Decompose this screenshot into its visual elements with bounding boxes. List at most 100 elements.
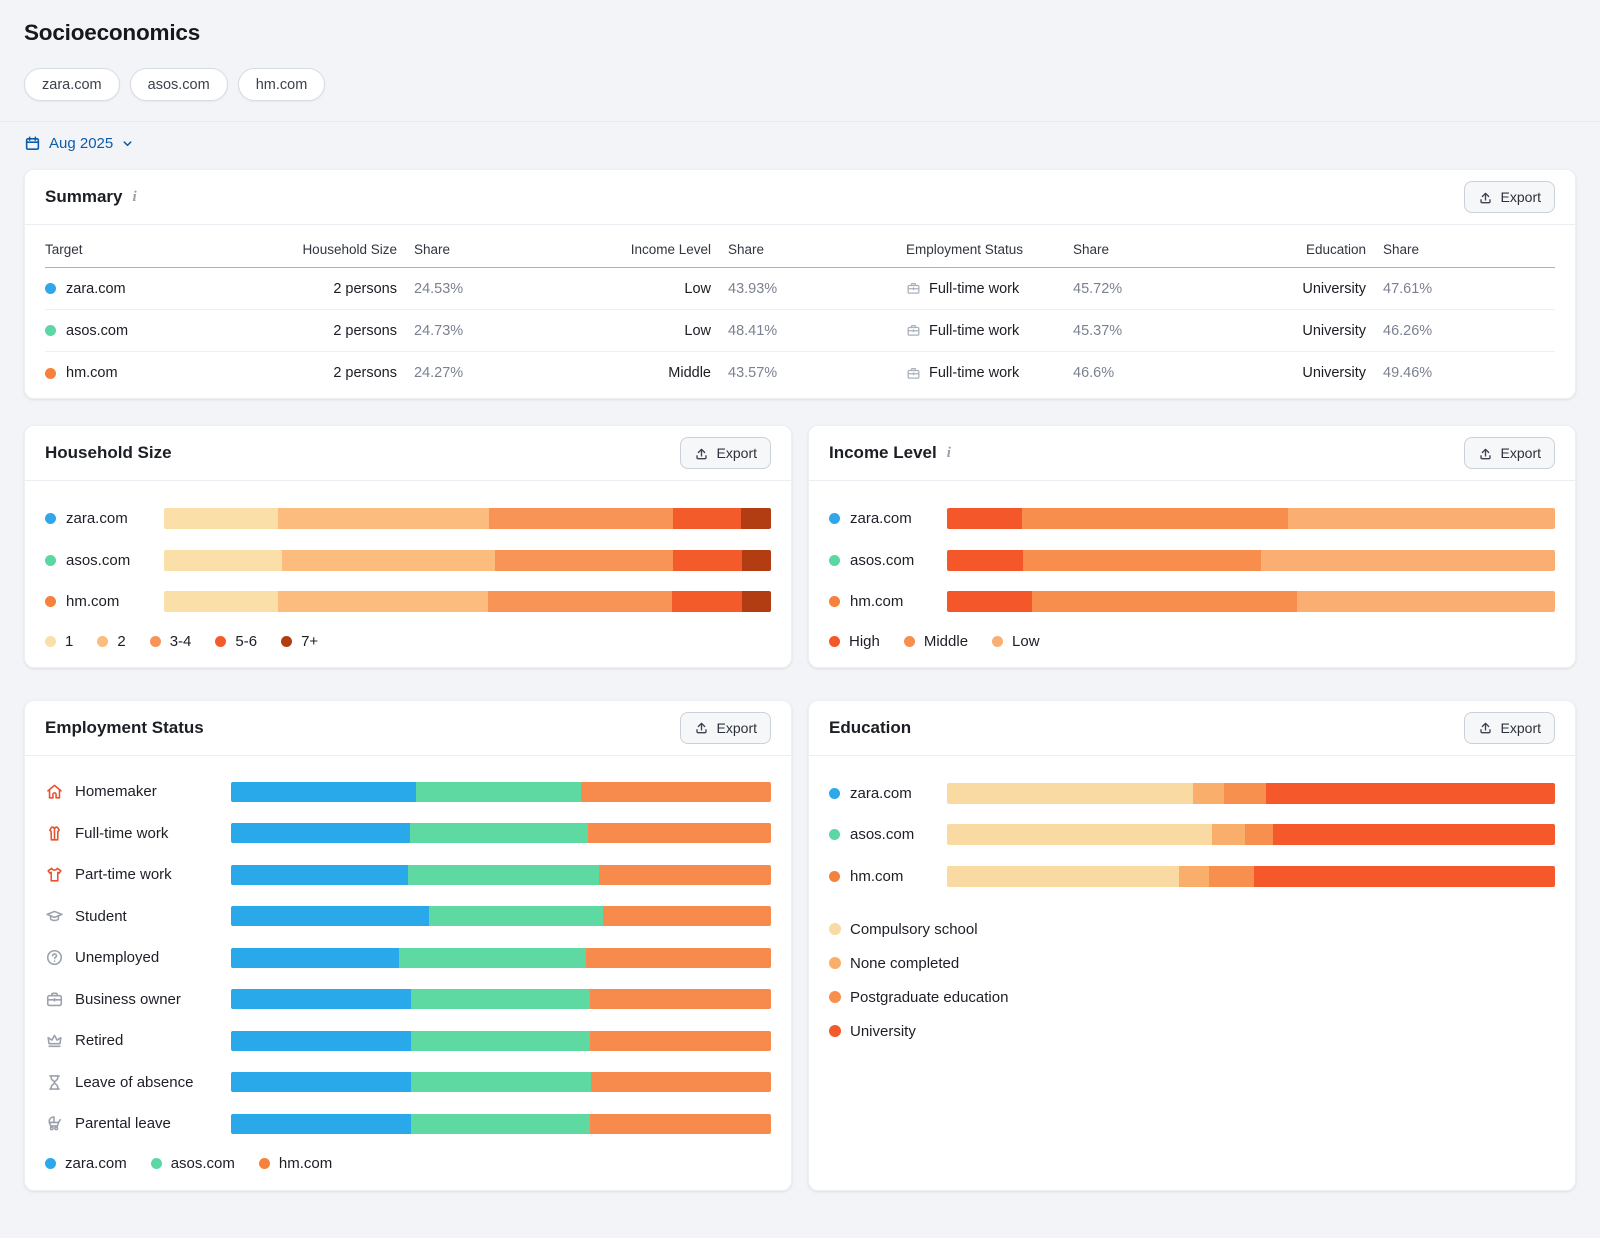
bar-segment <box>742 591 771 612</box>
legend-item[interactable]: Middle <box>904 633 968 650</box>
row-label: Homemaker <box>45 782 231 801</box>
target-dot <box>45 283 56 294</box>
legend-item[interactable]: University <box>829 1023 1555 1040</box>
education-value: University <box>1242 281 1366 297</box>
bar-segment <box>416 782 581 802</box>
bar-segment <box>588 823 771 843</box>
target-dot <box>45 555 56 566</box>
target-label: hm.com <box>66 365 118 381</box>
income-share-value: 48.41% <box>711 323 906 339</box>
export-button[interactable]: Export <box>1464 181 1555 213</box>
summary-card: Summary i Export TargetHousehold SizeSha… <box>24 169 1576 399</box>
stacked-bar <box>947 508 1555 529</box>
target-cell: zara.com <box>45 281 291 297</box>
bar-segment <box>947 866 1179 887</box>
bar-segment <box>1022 508 1288 529</box>
charts-row-2: Employment Status Export HomemakerFull-t… <box>24 700 1576 1192</box>
table-row: asos.com2 persons24.73%Low48.41%Full-tim… <box>45 310 1555 352</box>
bar-segment <box>1224 783 1265 804</box>
export-button[interactable]: Export <box>680 712 771 744</box>
education-bar-row: hm.com <box>829 866 1555 887</box>
target-label: asos.com <box>850 552 914 569</box>
info-icon[interactable]: i <box>947 445 951 462</box>
export-icon <box>1478 446 1493 461</box>
employment-bar-row: Retired <box>45 1031 771 1051</box>
bar-segment <box>410 823 588 843</box>
bar-segment <box>590 1114 771 1134</box>
legend-dot <box>281 636 292 647</box>
row-label: zara.com <box>829 510 947 527</box>
legend-item[interactable]: None completed <box>829 955 1555 972</box>
bar-segment <box>590 1031 771 1051</box>
row-label: asos.com <box>45 552 164 569</box>
legend-label: 5-6 <box>235 633 257 650</box>
briefcase-icon <box>45 990 64 1009</box>
legend-item[interactable]: zara.com <box>45 1155 127 1172</box>
status-label: Homemaker <box>75 783 157 800</box>
legend-item[interactable]: 7+ <box>281 633 318 650</box>
row-label: Leave of absence <box>45 1073 231 1092</box>
legend-item[interactable]: High <box>829 633 880 650</box>
employment-title: Employment Status <box>45 718 204 738</box>
bar-segment <box>231 1072 411 1092</box>
household-bar-row: hm.com <box>45 591 771 612</box>
row-label: hm.com <box>829 593 947 610</box>
household-legend: 1 2 3-4 5-6 7+ <box>45 633 771 650</box>
bar-segment <box>408 865 599 885</box>
employment-legend: zara.com asos.com hm.com <box>45 1155 771 1172</box>
legend-item[interactable]: 3-4 <box>150 633 192 650</box>
target-dot <box>45 325 56 336</box>
stacked-bar <box>231 865 771 885</box>
employment-status-card: Employment Status Export HomemakerFull-t… <box>24 700 792 1192</box>
household-size-value: 2 persons <box>291 281 397 297</box>
legend-item[interactable]: 2 <box>97 633 125 650</box>
export-button[interactable]: Export <box>1464 437 1555 469</box>
status-label: Part-time work <box>75 866 172 883</box>
stroller-icon <box>45 1114 64 1133</box>
legend-dot <box>992 636 1003 647</box>
legend-item[interactable]: Low <box>992 633 1040 650</box>
education-bar-row: asos.com <box>829 824 1555 845</box>
income-legend: High Middle Low <box>829 633 1555 650</box>
target-dot <box>45 513 56 524</box>
target-chip[interactable]: asos.com <box>130 68 228 101</box>
date-picker[interactable]: Aug 2025 <box>24 135 1576 152</box>
bar-segment <box>278 508 490 529</box>
household-bar-row: asos.com <box>45 550 771 571</box>
income-bar-row: asos.com <box>829 550 1555 571</box>
row-label: Business owner <box>45 990 231 1009</box>
education-share-value: 47.61% <box>1366 281 1555 297</box>
briefcase-icon <box>906 323 921 338</box>
legend-item[interactable]: Compulsory school <box>829 921 1555 938</box>
legend-item[interactable]: 1 <box>45 633 73 650</box>
export-button[interactable]: Export <box>680 437 771 469</box>
target-label: zara.com <box>850 785 912 802</box>
status-label: Unemployed <box>75 949 159 966</box>
income-card-header: Income Level i Export <box>809 426 1575 481</box>
export-button[interactable]: Export <box>1464 712 1555 744</box>
row-label: zara.com <box>829 785 947 802</box>
legend-item[interactable]: asos.com <box>151 1155 235 1172</box>
employment-bar-row: Business owner <box>45 989 771 1009</box>
target-chip[interactable]: zara.com <box>24 68 120 101</box>
legend-item[interactable]: hm.com <box>259 1155 332 1172</box>
bar-segment <box>1023 550 1261 571</box>
graduation-cap-icon <box>45 907 64 926</box>
legend-label: 2 <box>117 633 125 650</box>
legend-dot <box>150 636 161 647</box>
employment-bars: HomemakerFull-time workPart-time workStu… <box>45 782 771 1134</box>
status-label: Leave of absence <box>75 1074 193 1091</box>
bar-segment <box>1193 783 1225 804</box>
bar-segment <box>495 550 673 571</box>
legend-item[interactable]: 5-6 <box>215 633 257 650</box>
column-header: Share <box>1366 242 1555 257</box>
bar-segment <box>278 591 489 612</box>
household-size-value: 2 persons <box>291 323 397 339</box>
target-chip[interactable]: hm.com <box>238 68 326 101</box>
target-cell: asos.com <box>45 323 291 339</box>
info-icon[interactable]: i <box>132 189 136 206</box>
summary-title: Summary <box>45 187 122 207</box>
legend-item[interactable]: Postgraduate education <box>829 989 1555 1006</box>
legend-dot <box>259 1158 270 1169</box>
bar-segment <box>1273 824 1555 845</box>
